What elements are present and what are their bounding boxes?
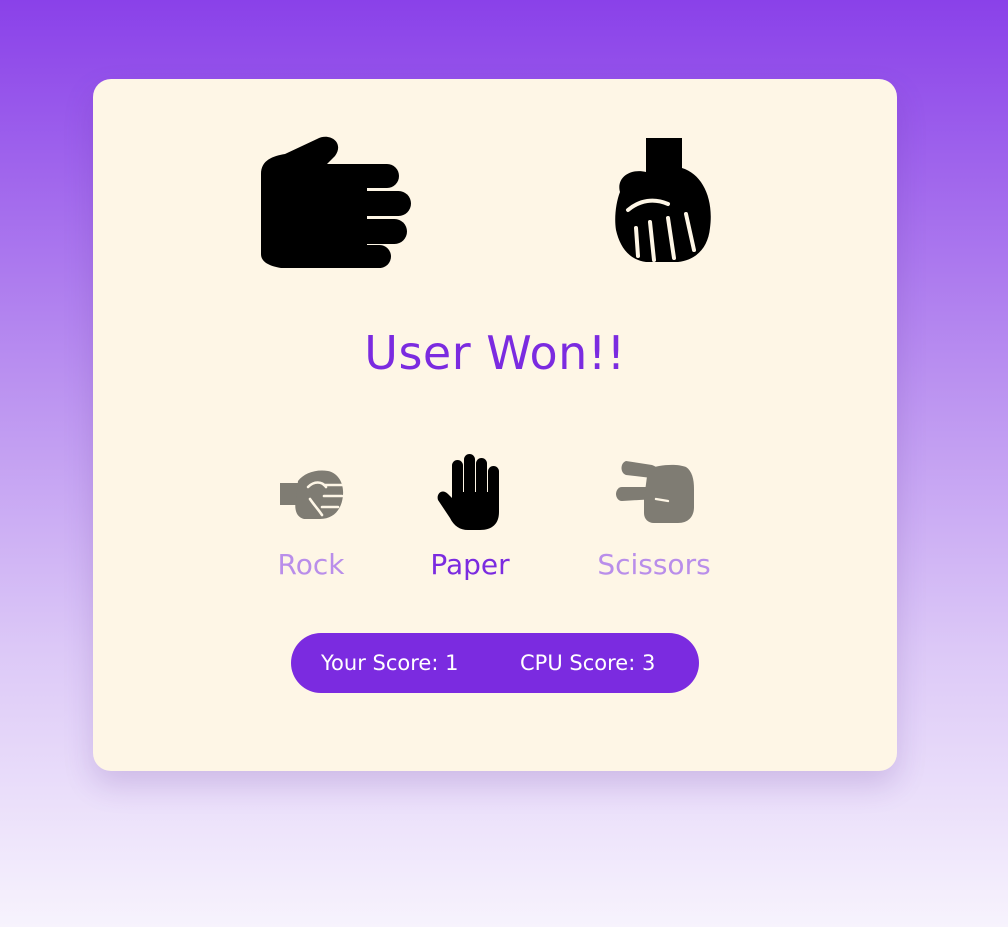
- user-score: Your Score: 1: [321, 651, 459, 675]
- score-bar: Your Score: 1 CPU Score: 3: [291, 633, 699, 693]
- paper-choice-button[interactable]: Paper: [417, 449, 523, 589]
- scissors-choice-button[interactable]: Scissors: [592, 449, 716, 589]
- rock-fist-icon: [615, 138, 711, 262]
- paper-hand-icon: [261, 136, 411, 268]
- paper-choice-label: Paper: [430, 548, 510, 581]
- scissors-hand-icon: [616, 461, 694, 523]
- scissors-choice-label: Scissors: [597, 548, 711, 581]
- cpu-score: CPU Score: 3: [520, 651, 656, 675]
- paper-hand-icon: [437, 454, 499, 530]
- result-message: User Won!!: [364, 326, 626, 380]
- rock-choice-label: Rock: [277, 548, 345, 581]
- rock-fist-icon: [280, 470, 344, 519]
- rock-choice-button[interactable]: Rock: [266, 449, 356, 589]
- game-card: User Won!! Rock Paper Scissors Your Scor…: [93, 79, 897, 771]
